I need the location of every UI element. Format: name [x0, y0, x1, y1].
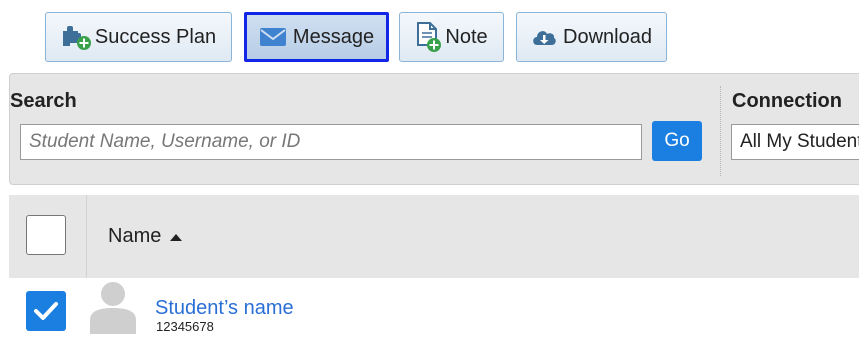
search-input[interactable] — [20, 124, 642, 160]
table-row: Student’s name 12345678 — [0, 280, 859, 345]
envelope-icon — [259, 27, 287, 47]
download-label: Download — [563, 25, 652, 48]
message-label: Message — [292, 25, 375, 48]
panel-divider — [720, 86, 721, 176]
table-header: Name — [9, 195, 859, 278]
select-all-cell — [9, 195, 87, 278]
puzzle-plus-icon — [61, 22, 93, 52]
name-column-label: Name — [108, 225, 162, 247]
success-plan-button[interactable]: Success Plan — [45, 12, 232, 62]
message-button[interactable]: Message — [244, 12, 389, 62]
note-plus-icon — [415, 21, 443, 53]
cloud-download-icon — [531, 26, 557, 48]
student-id: 12345678 — [156, 319, 214, 334]
success-plan-label: Success Plan — [94, 25, 217, 48]
connection-label: Connection — [732, 90, 842, 112]
avatar — [87, 280, 139, 334]
download-button[interactable]: Download — [516, 12, 667, 62]
student-name-link[interactable]: Student’s name — [155, 297, 294, 320]
connection-select[interactable]: All My Students — [731, 124, 859, 160]
search-panel: Search Go Connection All My Students — [9, 73, 859, 185]
go-button[interactable]: Go — [652, 121, 702, 161]
search-label: Search — [10, 90, 77, 112]
note-label: Note — [445, 25, 488, 48]
user-silhouette-icon — [90, 282, 136, 334]
action-toolbar: Success Plan Message Note Download — [0, 0, 859, 70]
checkmark-icon — [34, 302, 58, 320]
name-column-header[interactable]: Name — [108, 225, 183, 248]
select-all-checkbox[interactable] — [26, 215, 66, 255]
note-button[interactable]: Note — [399, 12, 504, 62]
caret-up-icon — [170, 233, 183, 241]
connection-selected-value: All My Students — [740, 131, 859, 152]
row-checkbox[interactable] — [26, 291, 66, 331]
